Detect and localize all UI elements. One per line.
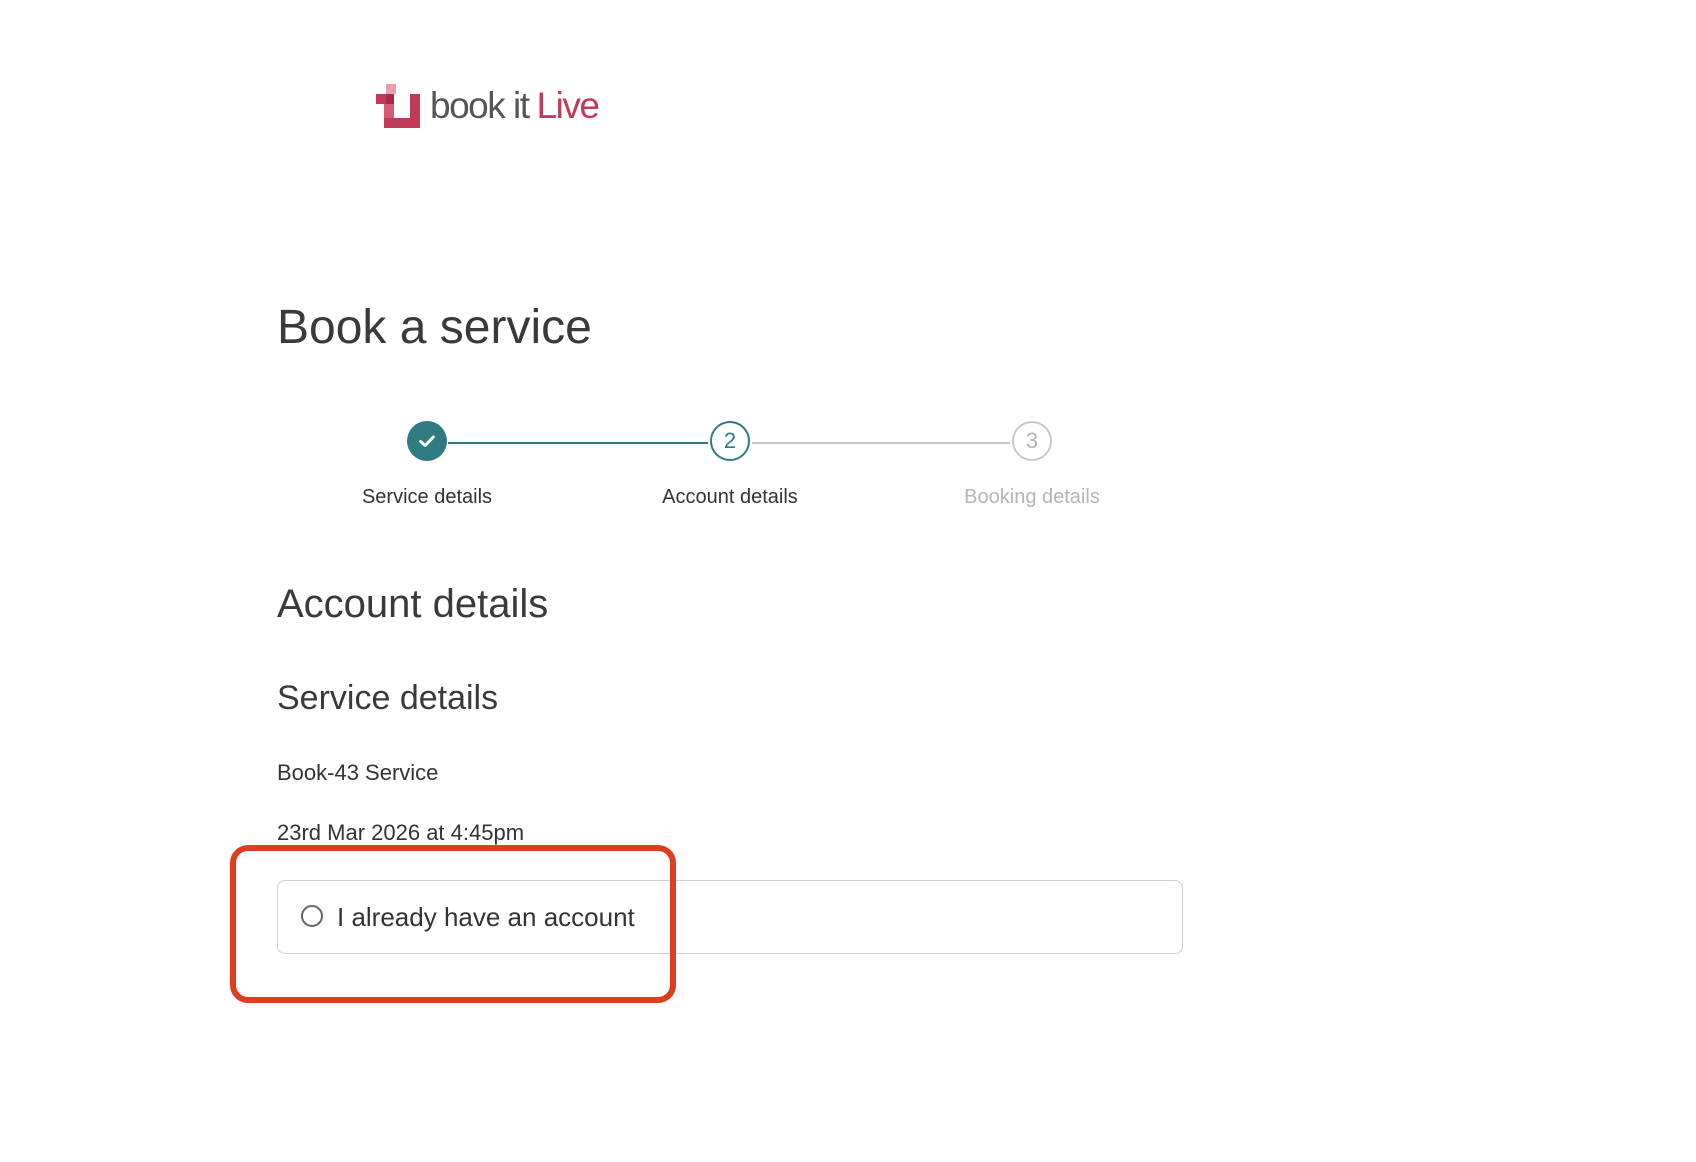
brand-name-accent: Live	[536, 85, 600, 126]
check-icon	[419, 435, 435, 448]
existing-account-radio[interactable]	[301, 904, 323, 927]
subsection-title-service-details: Service details	[277, 679, 499, 717]
brand-logo[interactable]: book it Live	[376, 84, 600, 128]
step-3-indicator: 3	[1012, 421, 1052, 461]
stepper-connector-completed	[448, 442, 708, 444]
page-title: Book a service	[277, 301, 592, 354]
step-1-indicator[interactable]	[407, 421, 447, 461]
brand-name: book it Live	[430, 84, 600, 128]
stepper-connector-upcoming	[752, 442, 1010, 444]
existing-account-label[interactable]: I already have an account	[337, 901, 635, 933]
step-2-indicator: 2	[710, 421, 750, 461]
step-3-label: Booking details	[964, 486, 1100, 508]
step-1-label[interactable]: Service details	[307, 484, 547, 510]
service-name: Book-43 Service	[277, 760, 439, 785]
brand-name-primary: book it	[430, 85, 530, 126]
step-2-label: Account details	[662, 486, 798, 508]
section-title-account-details: Account details	[277, 582, 549, 626]
booking-page: book it Live Book a service 2 3 Service d…	[0, 0, 1696, 1162]
service-datetime: 23rd Mar 2026 at 4:45pm	[277, 820, 525, 845]
bookitlive-logo-icon	[376, 84, 420, 128]
existing-account-option[interactable]: I already have an account	[277, 880, 1183, 954]
